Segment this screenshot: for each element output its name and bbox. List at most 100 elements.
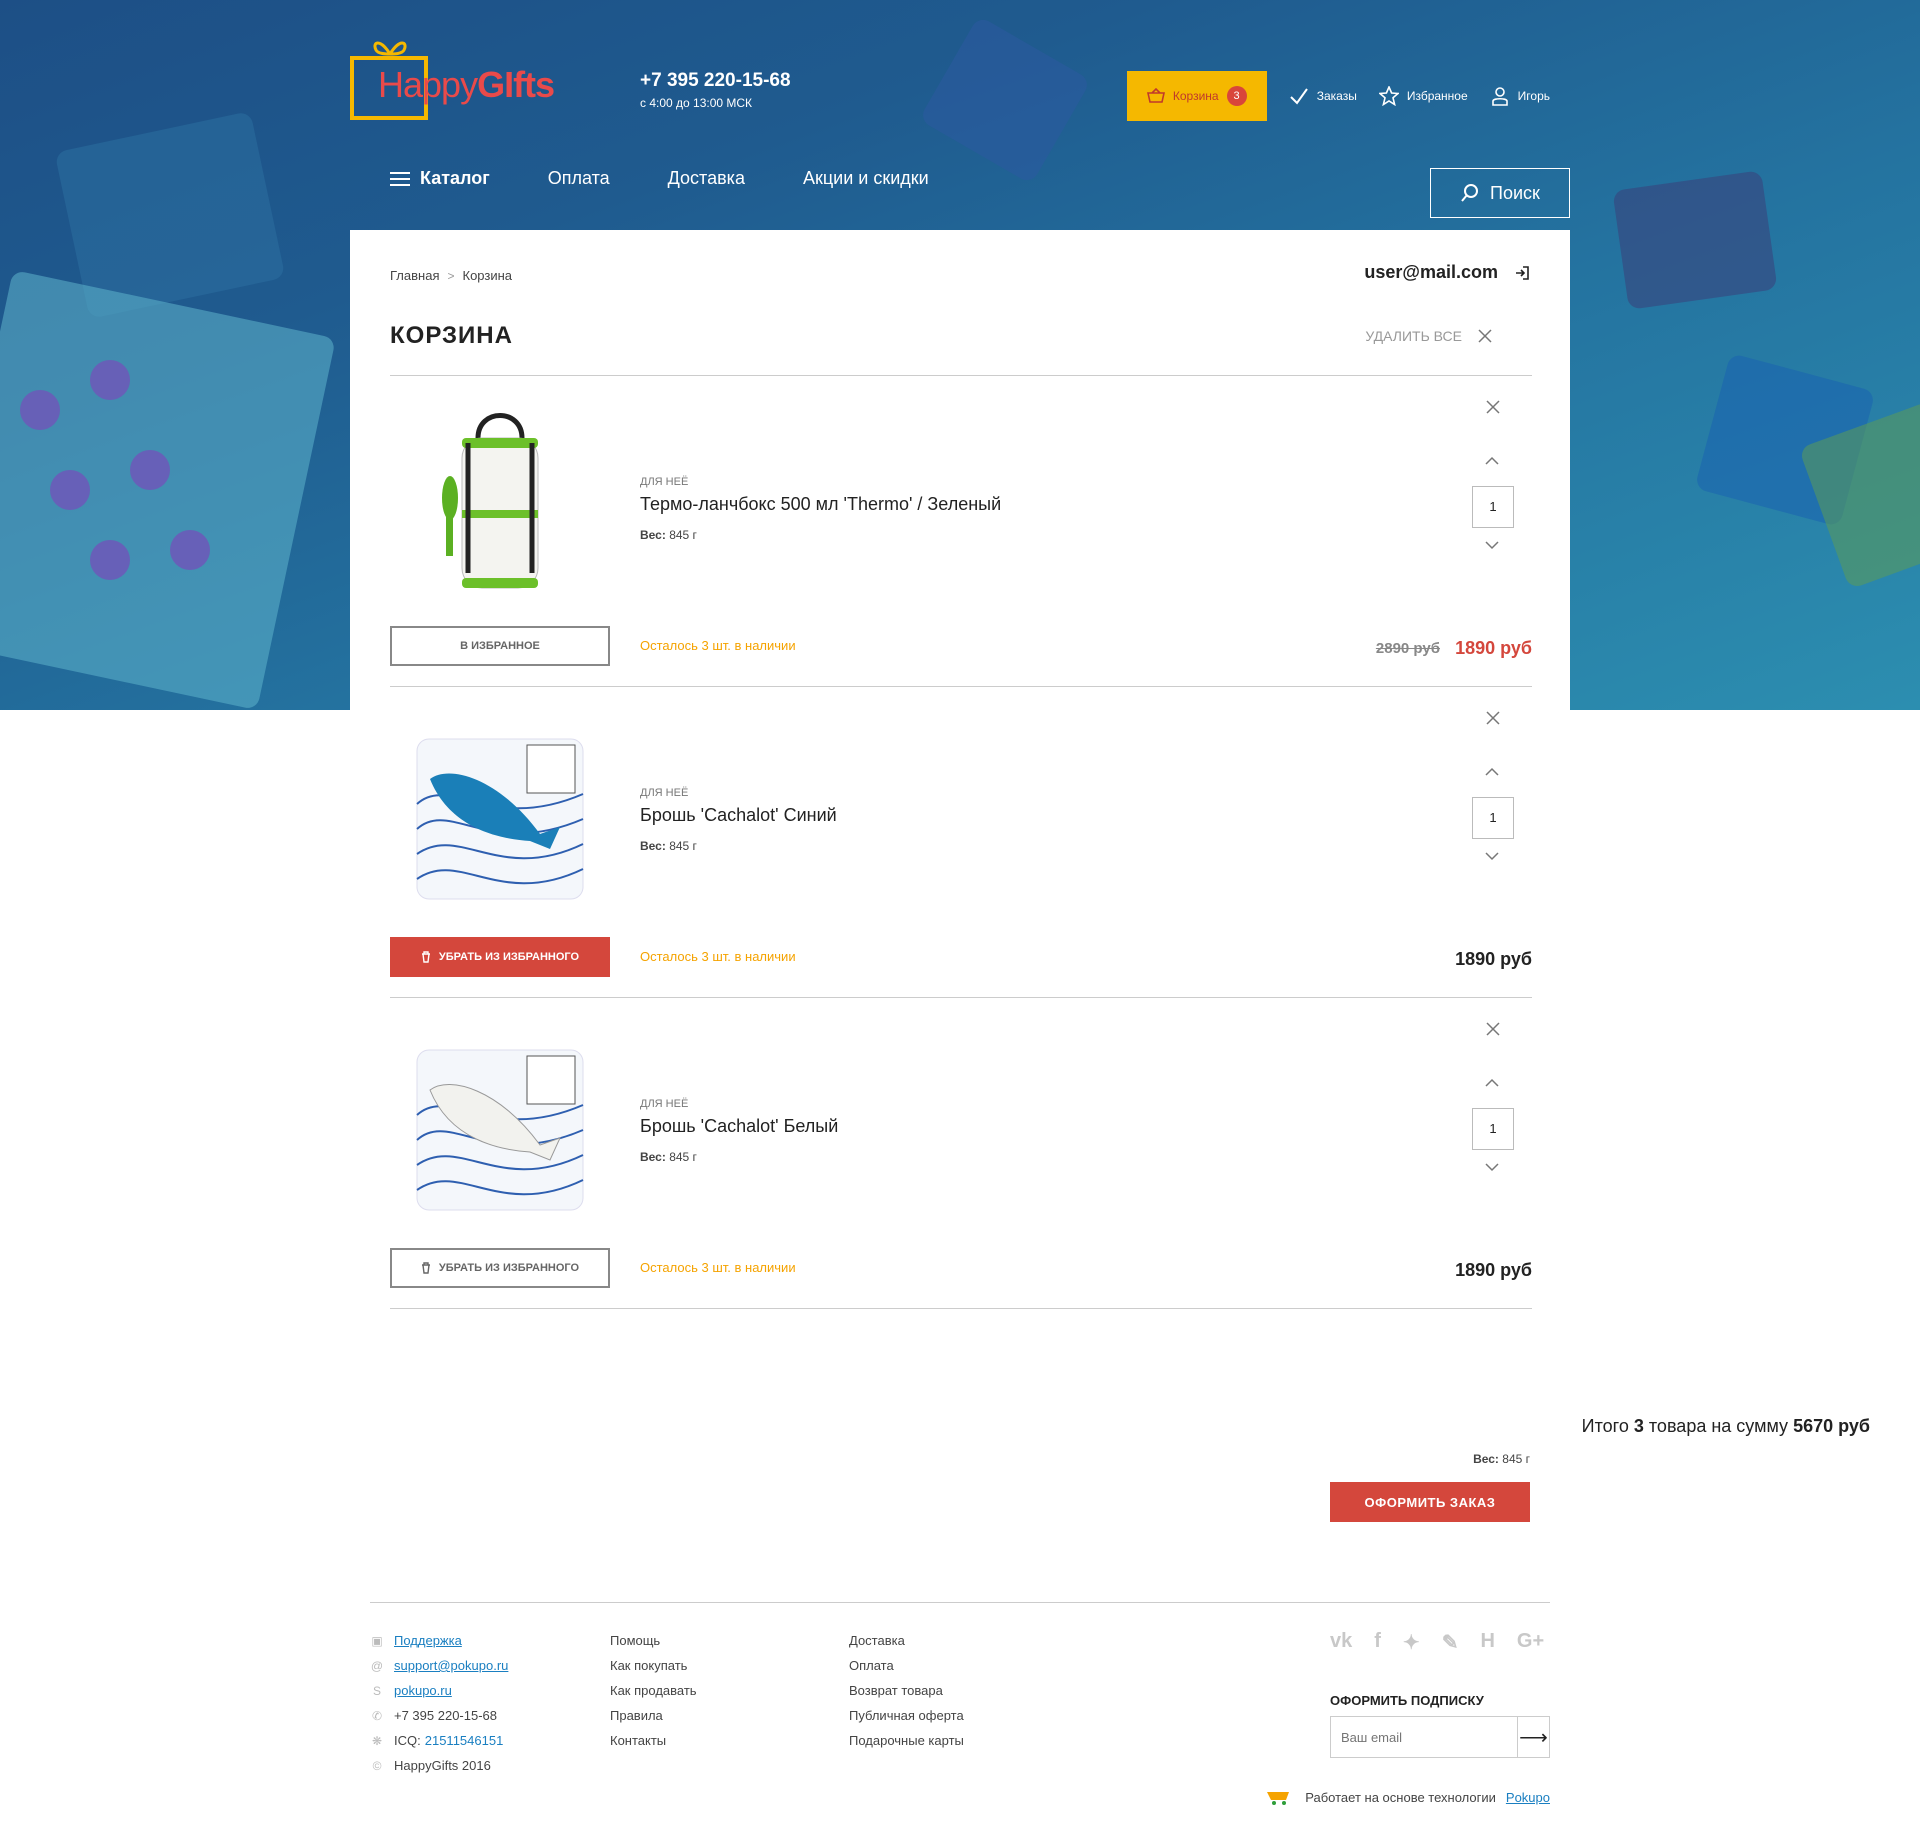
phone-number[interactable]: +7 395 220-15-68 — [640, 70, 791, 92]
favorites-label: Избранное — [1406, 89, 1468, 103]
product-weight: Вес: 845 г — [640, 839, 697, 853]
work-hours: с 4:00 до 13:00 МСК — [640, 96, 753, 110]
quantity-input[interactable]: 1 — [1472, 486, 1514, 528]
stock-status: Осталось 3 шт. в наличии — [640, 949, 796, 964]
trash-icon — [421, 1262, 430, 1274]
google-plus-icon[interactable]: G+ — [1517, 1630, 1544, 1655]
social-links: vk f ✦ ✎ H G+ — [1330, 1630, 1544, 1655]
user-link[interactable]: Игорь — [1490, 86, 1550, 106]
subscribe-submit-button[interactable]: ⟶ — [1517, 1717, 1549, 1757]
footer-link[interactable]: Как продавать — [610, 1678, 697, 1703]
product-name[interactable]: Брошь 'Cachalot' Синий — [640, 805, 837, 826]
remove-from-favorites-button[interactable]: УБРАТЬ ИЗ ИЗБРАННОГО — [390, 937, 610, 977]
remove-item-icon[interactable] — [1484, 709, 1502, 727]
footer-help-links: Помощь Как покупать Как продавать Правил… — [610, 1628, 697, 1753]
top-actions: Корзина 3 Заказы Избранное Игорь — [1126, 71, 1550, 121]
qty-increase-icon[interactable] — [1484, 456, 1500, 466]
qty-decrease-icon[interactable] — [1484, 1162, 1500, 1172]
icq-icon: ❋ — [371, 1733, 383, 1748]
footer-link[interactable]: Оплата — [849, 1653, 964, 1678]
breadcrumb-home[interactable]: Главная — [390, 268, 439, 283]
cart-button[interactable]: Корзина 3 — [1126, 71, 1267, 121]
qty-decrease-icon[interactable] — [1484, 851, 1500, 861]
remove-from-favorites-button[interactable]: УБРАТЬ ИЗ ИЗБРАННОГО — [390, 1248, 610, 1288]
product-weight: Вес: 845 г — [640, 1150, 697, 1164]
footer-info-links: Доставка Оплата Возврат товара Публичная… — [849, 1628, 964, 1753]
footer-link[interactable]: Подарочные карты — [849, 1728, 964, 1753]
search-icon — [1461, 184, 1479, 202]
remove-item-icon[interactable] — [1484, 1020, 1502, 1038]
stock-status: Осталось 3 шт. в наличии — [640, 638, 796, 653]
logout-icon[interactable] — [1514, 265, 1530, 281]
qty-decrease-icon[interactable] — [1484, 540, 1500, 550]
clear-all-label: УДАЛИТЬ ВСЕ — [1365, 328, 1462, 344]
nav-catalog-label: Каталог — [420, 168, 490, 188]
twitter-icon[interactable]: ✦ — [1403, 1630, 1420, 1655]
nav-delivery[interactable]: Доставка — [668, 168, 745, 189]
qty-increase-icon[interactable] — [1484, 1078, 1500, 1088]
footer-link[interactable]: Правила — [610, 1703, 697, 1728]
powered-by: Работает на основе технологии Pokupo — [1265, 1788, 1550, 1806]
orders-label: Заказы — [1316, 89, 1357, 103]
gift-bow-icon — [373, 41, 407, 56]
order-weight: Вес: 845 г — [1473, 1452, 1530, 1466]
subscribe-email-input[interactable] — [1331, 1717, 1517, 1757]
subscribe-title: ОФОРМИТЬ ПОДПИСКУ — [1330, 1693, 1484, 1708]
copyright-icon: © — [372, 1758, 382, 1773]
orders-link[interactable]: Заказы — [1289, 86, 1357, 106]
phone-icon: ✆ — [371, 1708, 383, 1723]
product-image-brooch-white[interactable] — [390, 1020, 610, 1232]
product-image-brooch-blue[interactable] — [390, 709, 610, 921]
price: 1890 руб — [1455, 949, 1532, 969]
main-nav: Каталог Оплата Доставка Акции и скидки — [390, 168, 987, 189]
habr-icon[interactable]: H — [1480, 1630, 1494, 1655]
footer-link[interactable]: Возврат товара — [849, 1678, 964, 1703]
favorites-link[interactable]: Избранное — [1378, 86, 1468, 106]
user-label: Игорь — [1517, 89, 1550, 103]
footer-link[interactable]: Помощь — [610, 1628, 697, 1653]
product-weight: Вес: 845 г — [640, 528, 697, 542]
nav-catalog[interactable]: Каталог — [390, 168, 490, 189]
product-image-lunchbox[interactable] — [390, 398, 610, 610]
user-icon — [1491, 87, 1508, 106]
livejournal-icon[interactable]: ✎ — [1442, 1630, 1459, 1655]
vk-icon[interactable]: vk — [1330, 1630, 1352, 1655]
quantity-input[interactable]: 1 — [1472, 797, 1514, 839]
basket-icon — [1146, 88, 1165, 103]
nav-promo[interactable]: Акции и скидки — [803, 168, 929, 189]
remove-item-icon[interactable] — [1484, 398, 1502, 416]
email-link[interactable]: support@pokupo.ru — [394, 1658, 508, 1673]
add-to-favorites-button[interactable]: В ИЗБРАННОЕ — [390, 626, 610, 666]
price: 1890 руб — [1455, 638, 1532, 658]
nav-payment[interactable]: Оплата — [548, 168, 610, 189]
menu-icon — [390, 171, 410, 186]
facebook-icon[interactable]: f — [1374, 1630, 1381, 1655]
close-icon — [1478, 329, 1492, 343]
star-icon — [1378, 86, 1399, 106]
clear-all-button[interactable]: УДАЛИТЬ ВСЕ — [1365, 328, 1492, 344]
quantity-input[interactable]: 1 — [1472, 1108, 1514, 1150]
cart-item: ДЛЯ НЕЁ Брошь 'Cachalot' Синий Вес: 845 … — [390, 687, 1532, 998]
footer-link[interactable]: Доставка — [849, 1628, 964, 1653]
footer-link[interactable]: Как покупать — [610, 1653, 697, 1678]
footer-link[interactable]: Контакты — [610, 1728, 697, 1753]
qty-increase-icon[interactable] — [1484, 767, 1500, 777]
skype-link[interactable]: pokupo.ru — [394, 1683, 452, 1698]
search-button[interactable]: Поиск — [1430, 168, 1570, 218]
cart-label: Корзина — [1172, 89, 1219, 103]
product-name[interactable]: Термо-ланчбокс 500 мл 'Thermo' / Зеленый — [640, 494, 1001, 515]
order-total: Итого 3 товара на сумму 5670 руб — [1581, 1416, 1870, 1436]
pokupo-link[interactable]: Pokupo — [1506, 1790, 1550, 1805]
checkout-button[interactable]: ОФОРМИТЬ ЗАКАЗ — [1330, 1482, 1530, 1522]
footer-link[interactable]: Публичная оферта — [849, 1703, 964, 1728]
divider — [390, 1308, 1532, 1309]
product-name[interactable]: Брошь 'Cachalot' Белый — [640, 1116, 838, 1137]
email-text: user@mail.com — [1364, 262, 1498, 282]
product-category: ДЛЯ НЕЁ — [640, 476, 689, 488]
cart-count-badge: 3 — [1226, 86, 1247, 106]
cart-item: ДЛЯ НЕЁ Брошь 'Cachalot' Белый Вес: 845 … — [390, 998, 1532, 1309]
logo-text: HappyGIfts — [378, 64, 555, 105]
logo[interactable]: HappyGIfts — [350, 28, 560, 120]
icq-number[interactable]: 21511546151 — [425, 1733, 504, 1748]
support-link[interactable]: Поддержка — [394, 1633, 462, 1648]
